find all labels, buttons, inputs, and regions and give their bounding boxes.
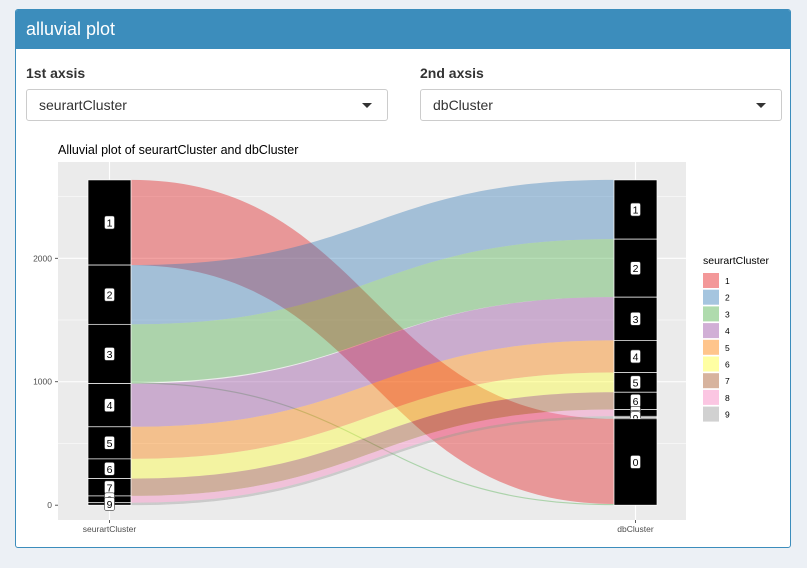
legend-key-1	[703, 273, 719, 288]
axis1-stratum-label-2: 2	[107, 290, 113, 302]
legend-key-6	[703, 356, 719, 372]
legend-key-9	[703, 406, 719, 422]
axis1-stratum-label-3: 3	[107, 349, 113, 361]
legend-label-6: 6	[725, 360, 730, 370]
axis1-stratum-label-6: 6	[107, 464, 113, 476]
legend-key-8	[703, 389, 719, 405]
legend-key-4	[703, 323, 719, 339]
y-tick-label: 1000	[33, 377, 52, 387]
axis2-stratum-label-5: 5	[633, 377, 639, 389]
axis2-stratum-label-1: 1	[633, 205, 639, 217]
legend-label-5: 5	[725, 343, 730, 353]
y-tick-label: 2000	[33, 253, 52, 263]
axis2-stratum-label-6: 6	[633, 396, 639, 408]
alluvial-box: alluvial plot 1st axsis seurartCluster 2…	[15, 9, 791, 548]
x-tick-label-dbCluster: dbCluster	[617, 524, 654, 534]
legend-key-2	[703, 289, 719, 305]
axis1-stratum-label-9: 9	[107, 499, 113, 511]
axis1-stratum-label-1: 1	[107, 217, 113, 229]
axis2-stratum-label-0: 0	[633, 457, 639, 469]
legend-label-7: 7	[725, 376, 730, 386]
chart-title: Alluvial plot of seurartCluster and dbCl…	[58, 143, 298, 157]
legend-key-7	[703, 373, 719, 389]
axis2-stratum-label-2: 2	[633, 263, 639, 275]
legend-label-4: 4	[725, 326, 730, 336]
legend-label-3: 3	[725, 309, 730, 319]
axis1-stratum-label-7: 7	[107, 482, 113, 494]
axis1-stratum-label-4: 4	[107, 400, 113, 412]
axis1-stratum-label-5: 5	[107, 438, 113, 450]
legend-key-5	[703, 339, 719, 355]
legend-key-3	[703, 306, 719, 322]
legend-title: seurartCluster	[703, 255, 769, 267]
legend-label-2: 2	[725, 293, 730, 303]
alluvial-chart: Alluvial plot of seurartCluster and dbCl…	[33, 143, 769, 534]
legend-label-8: 8	[725, 393, 730, 403]
legend-label-1: 1	[725, 276, 730, 286]
axis2-stratum-label-4: 4	[633, 351, 639, 363]
legend-label-9: 9	[725, 410, 730, 420]
y-tick-label: 0	[47, 500, 52, 510]
x-tick-label-seurartCluster: seurartCluster	[83, 524, 137, 534]
axis2-stratum-label-3: 3	[633, 314, 639, 326]
